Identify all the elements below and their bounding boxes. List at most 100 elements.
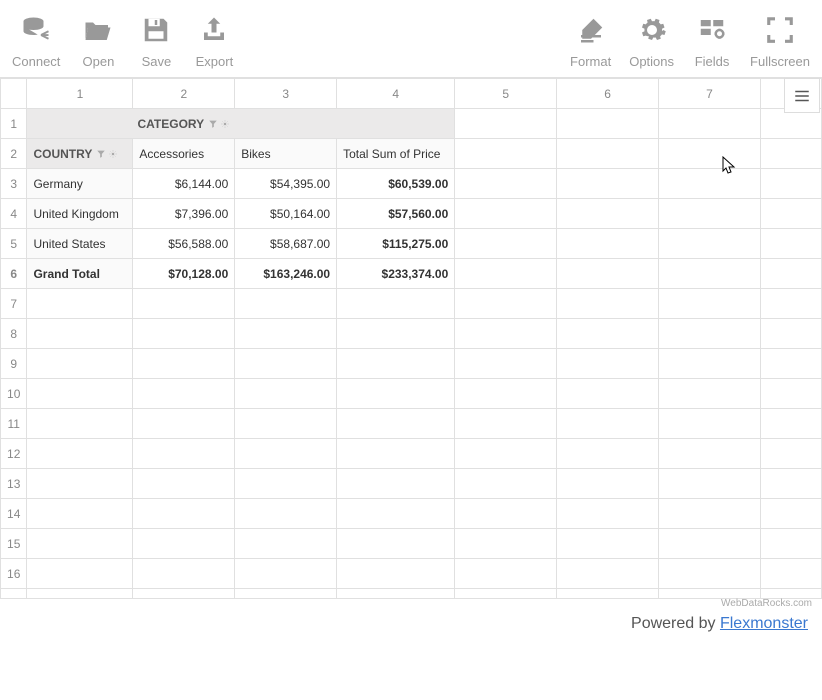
empty-cell[interactable] bbox=[27, 409, 133, 439]
empty-cell[interactable] bbox=[557, 169, 659, 199]
empty-cell[interactable] bbox=[658, 559, 760, 589]
data-cell[interactable]: $233,374.00 bbox=[337, 259, 455, 289]
row-label[interactable]: United Kingdom bbox=[27, 199, 133, 229]
empty-cell[interactable] bbox=[658, 439, 760, 469]
category-header[interactable]: CATEGORY bbox=[27, 109, 455, 139]
col-number-5[interactable]: 5 bbox=[455, 79, 557, 109]
empty-cell[interactable] bbox=[455, 169, 557, 199]
row-label[interactable]: United States bbox=[27, 229, 133, 259]
empty-cell[interactable] bbox=[337, 589, 455, 599]
empty-cell[interactable] bbox=[133, 349, 235, 379]
empty-cell[interactable] bbox=[235, 289, 337, 319]
row-number-8[interactable]: 8 bbox=[1, 319, 27, 349]
row-number-6[interactable]: 6 bbox=[1, 259, 27, 289]
data-cell[interactable]: $163,246.00 bbox=[235, 259, 337, 289]
empty-cell[interactable] bbox=[760, 349, 821, 379]
empty-cell[interactable] bbox=[658, 499, 760, 529]
empty-cell[interactable] bbox=[337, 409, 455, 439]
column-field-1[interactable]: Bikes bbox=[235, 139, 337, 169]
empty-cell[interactable] bbox=[337, 379, 455, 409]
empty-cell[interactable] bbox=[455, 529, 557, 559]
empty-cell[interactable] bbox=[557, 589, 659, 599]
empty-cell[interactable] bbox=[557, 319, 659, 349]
col-number-4[interactable]: 4 bbox=[337, 79, 455, 109]
filter-icon[interactable] bbox=[96, 149, 106, 159]
empty-cell[interactable] bbox=[760, 409, 821, 439]
data-cell[interactable]: $7,396.00 bbox=[133, 199, 235, 229]
empty-cell[interactable] bbox=[760, 589, 821, 599]
fields-button[interactable]: Fields bbox=[688, 12, 736, 69]
empty-cell[interactable] bbox=[235, 319, 337, 349]
row-number-17[interactable] bbox=[1, 589, 27, 599]
fullscreen-button[interactable]: Fullscreen bbox=[746, 12, 814, 69]
grid-menu-button[interactable] bbox=[784, 78, 820, 113]
row-number-13[interactable]: 13 bbox=[1, 469, 27, 499]
empty-cell[interactable] bbox=[658, 379, 760, 409]
empty-cell[interactable] bbox=[658, 139, 760, 169]
format-button[interactable]: Format bbox=[566, 12, 615, 69]
empty-cell[interactable] bbox=[133, 409, 235, 439]
empty-cell[interactable] bbox=[455, 409, 557, 439]
empty-cell[interactable] bbox=[557, 439, 659, 469]
empty-cell[interactable] bbox=[455, 469, 557, 499]
empty-cell[interactable] bbox=[557, 259, 659, 289]
data-cell[interactable]: $54,395.00 bbox=[235, 169, 337, 199]
col-number-7[interactable]: 7 bbox=[658, 79, 760, 109]
empty-cell[interactable] bbox=[760, 259, 821, 289]
empty-cell[interactable] bbox=[760, 469, 821, 499]
row-number-5[interactable]: 5 bbox=[1, 229, 27, 259]
empty-cell[interactable] bbox=[658, 199, 760, 229]
empty-cell[interactable] bbox=[557, 109, 659, 139]
empty-cell[interactable] bbox=[27, 379, 133, 409]
empty-cell[interactable] bbox=[455, 589, 557, 599]
data-cell[interactable]: $56,588.00 bbox=[133, 229, 235, 259]
empty-cell[interactable] bbox=[235, 589, 337, 599]
data-cell[interactable]: $58,687.00 bbox=[235, 229, 337, 259]
spreadsheet-table[interactable]: 12345671CATEGORY2COUNTRYAccessoriesBikes… bbox=[0, 78, 822, 599]
save-button[interactable]: Save bbox=[132, 12, 180, 69]
empty-cell[interactable] bbox=[133, 319, 235, 349]
empty-cell[interactable] bbox=[455, 559, 557, 589]
empty-cell[interactable] bbox=[455, 499, 557, 529]
empty-cell[interactable] bbox=[658, 409, 760, 439]
empty-cell[interactable] bbox=[658, 319, 760, 349]
empty-cell[interactable] bbox=[658, 109, 760, 139]
col-number-2[interactable]: 2 bbox=[133, 79, 235, 109]
filter-icon[interactable] bbox=[208, 119, 218, 129]
empty-cell[interactable] bbox=[455, 289, 557, 319]
row-number-2[interactable]: 2 bbox=[1, 139, 27, 169]
empty-cell[interactable] bbox=[760, 139, 821, 169]
empty-cell[interactable] bbox=[455, 199, 557, 229]
empty-cell[interactable] bbox=[658, 169, 760, 199]
empty-cell[interactable] bbox=[337, 319, 455, 349]
row-number-9[interactable]: 9 bbox=[1, 349, 27, 379]
empty-cell[interactable] bbox=[455, 259, 557, 289]
column-field-0[interactable]: Accessories bbox=[133, 139, 235, 169]
empty-cell[interactable] bbox=[133, 499, 235, 529]
row-number-14[interactable]: 14 bbox=[1, 499, 27, 529]
empty-cell[interactable] bbox=[235, 349, 337, 379]
row-number-11[interactable]: 11 bbox=[1, 409, 27, 439]
empty-cell[interactable] bbox=[133, 589, 235, 599]
empty-cell[interactable] bbox=[235, 559, 337, 589]
empty-cell[interactable] bbox=[235, 529, 337, 559]
row-number-15[interactable]: 15 bbox=[1, 529, 27, 559]
empty-cell[interactable] bbox=[235, 499, 337, 529]
data-cell[interactable]: $60,539.00 bbox=[337, 169, 455, 199]
empty-cell[interactable] bbox=[27, 469, 133, 499]
empty-cell[interactable] bbox=[133, 289, 235, 319]
empty-cell[interactable] bbox=[557, 379, 659, 409]
empty-cell[interactable] bbox=[133, 379, 235, 409]
empty-cell[interactable] bbox=[557, 499, 659, 529]
empty-cell[interactable] bbox=[235, 469, 337, 499]
empty-cell[interactable] bbox=[557, 229, 659, 259]
empty-cell[interactable] bbox=[760, 559, 821, 589]
empty-cell[interactable] bbox=[27, 499, 133, 529]
open-button[interactable]: Open bbox=[74, 12, 122, 69]
empty-cell[interactable] bbox=[760, 109, 821, 139]
empty-cell[interactable] bbox=[337, 559, 455, 589]
empty-cell[interactable] bbox=[455, 109, 557, 139]
data-cell[interactable]: $50,164.00 bbox=[235, 199, 337, 229]
options-button[interactable]: Options bbox=[625, 12, 678, 69]
column-field-2[interactable]: Total Sum of Price bbox=[337, 139, 455, 169]
